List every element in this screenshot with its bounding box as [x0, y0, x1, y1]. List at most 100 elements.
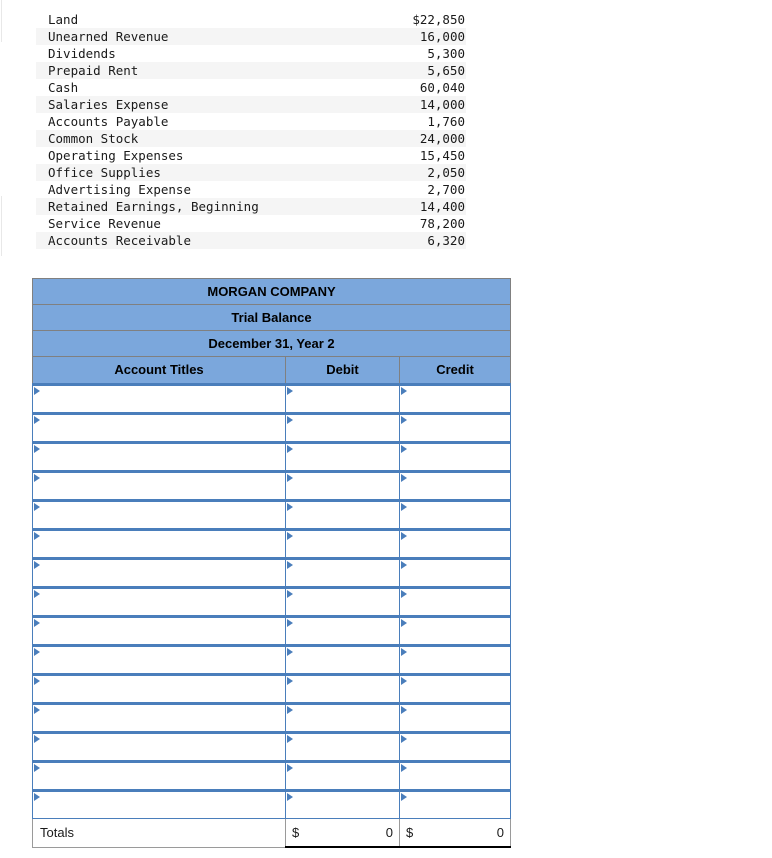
- account-amount: 5,300: [427, 46, 465, 61]
- account-title-input[interactable]: [32, 644, 286, 675]
- account-title-input[interactable]: [32, 731, 286, 762]
- dropdown-marker-icon: [34, 735, 40, 743]
- credit-amount-input[interactable]: [398, 383, 512, 414]
- credit-amount-input[interactable]: [398, 789, 512, 819]
- debit-amount-input[interactable]: [285, 644, 400, 675]
- worksheet-entry-row: [32, 499, 512, 530]
- account-row: Advertising Expense 2,700: [36, 181, 466, 198]
- account-row: Unearned Revenue 16,000: [36, 28, 466, 45]
- account-row: Service Revenue 78,200: [36, 215, 466, 232]
- credit-amount-input[interactable]: [398, 760, 512, 791]
- account-title-input[interactable]: [32, 383, 286, 414]
- account-row: Dividends 5,300: [36, 45, 466, 62]
- credit-amount-input[interactable]: [398, 673, 512, 704]
- debit-amount-input[interactable]: [285, 789, 400, 819]
- debit-amount-input[interactable]: [285, 470, 400, 501]
- credit-amount-input[interactable]: [398, 528, 512, 559]
- credit-amount-input[interactable]: [398, 615, 512, 646]
- account-title-input[interactable]: [32, 615, 286, 646]
- dropdown-marker-icon: [287, 793, 293, 801]
- account-name: Dividends: [48, 46, 116, 61]
- account-title-input[interactable]: [32, 702, 286, 733]
- debit-amount-input[interactable]: [285, 441, 400, 472]
- dropdown-marker-icon: [34, 619, 40, 627]
- dropdown-marker-icon: [401, 793, 407, 801]
- credit-amount-input[interactable]: [398, 441, 512, 472]
- totals-credit-cell[interactable]: $ 0: [398, 818, 512, 848]
- debit-amount-input[interactable]: [285, 702, 400, 733]
- credit-amount-input[interactable]: [398, 412, 512, 443]
- column-header-credit: Credit: [398, 356, 512, 385]
- worksheet-company-row: MORGAN COMPANY: [31, 278, 512, 305]
- dropdown-marker-icon: [287, 387, 293, 395]
- account-title-input[interactable]: [32, 673, 286, 704]
- dropdown-marker-icon: [401, 619, 407, 627]
- account-title-input[interactable]: [32, 528, 286, 559]
- worksheet-entry-row: [32, 586, 512, 617]
- dropdown-marker-icon: [34, 445, 40, 453]
- debit-amount-input[interactable]: [285, 586, 400, 617]
- debit-amount-input[interactable]: [285, 412, 400, 443]
- account-row: Salaries Expense 14,000: [36, 96, 466, 113]
- account-title-input[interactable]: [32, 470, 286, 501]
- worksheet-entry-row: [32, 731, 512, 762]
- account-amount: 6,320: [427, 233, 465, 248]
- left-edge-artifact-top: [1, 0, 2, 42]
- account-name: Operating Expenses: [48, 148, 184, 163]
- account-name: Accounts Payable: [48, 114, 169, 129]
- dropdown-marker-icon: [401, 706, 407, 714]
- debit-amount-input[interactable]: [285, 557, 400, 588]
- dropdown-marker-icon: [34, 677, 40, 685]
- credit-amount-input[interactable]: [398, 586, 512, 617]
- worksheet-entry-rows: [32, 383, 512, 819]
- account-amount: 15,450: [419, 148, 465, 163]
- account-name: Land: [48, 12, 79, 27]
- dropdown-marker-icon: [287, 561, 293, 569]
- credit-amount-input[interactable]: [398, 470, 512, 501]
- dropdown-marker-icon: [401, 590, 407, 598]
- dropdown-marker-icon: [287, 677, 293, 685]
- credit-amount-input[interactable]: [398, 557, 512, 588]
- debit-amount-input[interactable]: [285, 383, 400, 414]
- account-amount: 14,400: [419, 199, 465, 214]
- dropdown-marker-icon: [34, 706, 40, 714]
- trial-balance-worksheet: MORGAN COMPANY Trial Balance December 31…: [31, 278, 512, 848]
- account-title-input[interactable]: [32, 789, 286, 819]
- dropdown-marker-icon: [401, 561, 407, 569]
- debit-amount-input[interactable]: [285, 615, 400, 646]
- account-title-input[interactable]: [32, 499, 286, 530]
- dropdown-marker-icon: [401, 764, 407, 772]
- account-title-input[interactable]: [32, 441, 286, 472]
- account-name: Retained Earnings, Beginning: [48, 199, 259, 214]
- dropdown-marker-icon: [34, 561, 40, 569]
- dropdown-marker-icon: [34, 590, 40, 598]
- dropdown-marker-icon: [34, 416, 40, 424]
- worksheet-entry-row: [32, 470, 512, 501]
- totals-debit-cell[interactable]: $ 0: [285, 818, 400, 848]
- debit-amount-input[interactable]: [285, 528, 400, 559]
- dropdown-marker-icon: [401, 648, 407, 656]
- dropdown-marker-icon: [401, 677, 407, 685]
- account-amount: 14,000: [419, 97, 465, 112]
- debit-amount-input[interactable]: [285, 760, 400, 791]
- debit-amount-input[interactable]: [285, 499, 400, 530]
- account-name: Office Supplies: [48, 165, 161, 180]
- credit-amount-input[interactable]: [398, 644, 512, 675]
- account-title-input[interactable]: [32, 412, 286, 443]
- dropdown-marker-icon: [34, 793, 40, 801]
- account-title-input[interactable]: [32, 557, 286, 588]
- credit-amount-input[interactable]: [398, 702, 512, 733]
- account-title-input[interactable]: [32, 760, 286, 791]
- credit-amount-input[interactable]: [398, 731, 512, 762]
- worksheet-entry-row: [32, 557, 512, 588]
- worksheet-entry-row: [32, 383, 512, 414]
- dropdown-marker-icon: [401, 387, 407, 395]
- dropdown-marker-icon: [287, 764, 293, 772]
- account-title-input[interactable]: [32, 586, 286, 617]
- worksheet-entry-row: [32, 441, 512, 472]
- credit-amount-input[interactable]: [398, 499, 512, 530]
- debit-amount-input[interactable]: [285, 673, 400, 704]
- debit-amount-input[interactable]: [285, 731, 400, 762]
- worksheet-statement-row: Trial Balance: [31, 304, 512, 331]
- dropdown-marker-icon: [401, 445, 407, 453]
